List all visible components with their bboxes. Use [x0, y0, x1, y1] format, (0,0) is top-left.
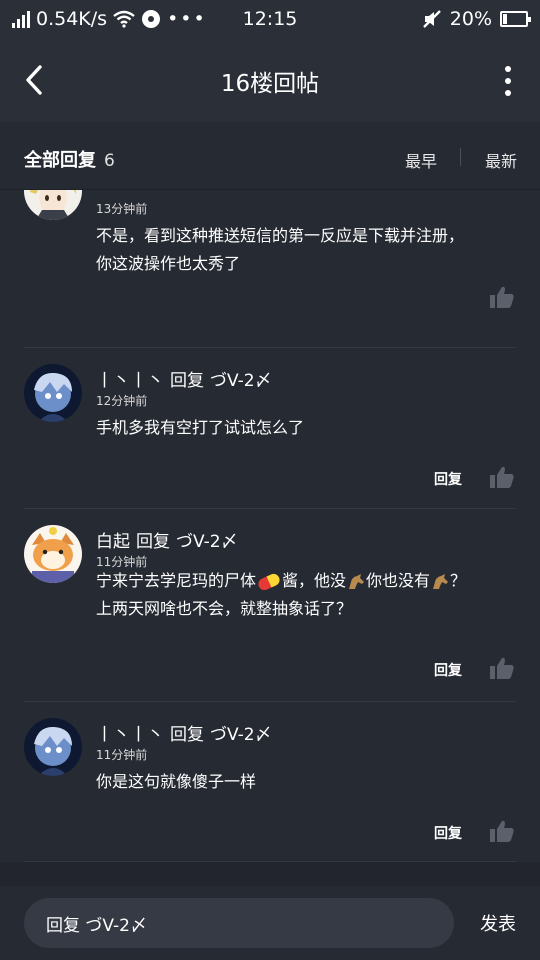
bottom-spacer: [0, 862, 540, 886]
reply-text-line: 宁来宁去学尼玛的尸体 酱，他没 你也没有 ？: [96, 567, 516, 595]
pill-emoji-icon: [256, 571, 282, 592]
reply-time: 11分钟前: [96, 748, 148, 762]
reply-content: 你是这句就像傻子一样: [96, 768, 516, 796]
sort-latest[interactable]: 最新: [485, 148, 517, 172]
send-button[interactable]: 发表: [480, 910, 516, 936]
sort-earliest[interactable]: 最早: [405, 148, 437, 172]
reply-text-line: 上两天网啥也不会，就整抽象话了？: [96, 599, 353, 618]
thumbs-up-icon[interactable]: [490, 820, 514, 842]
reply-text-line: 不是，看到这种推送短信的第一反应是下载并注册，: [96, 226, 465, 245]
all-replies-title: 全部回复: [24, 150, 96, 171]
reply-item: 丨丶丨丶 回复 づV-2〆 12分钟前 手机多我有空打了试试怎么了 回复: [0, 348, 540, 508]
page-title: 16楼回帖: [220, 71, 320, 97]
avatar[interactable]: [24, 718, 82, 776]
mute-icon: [422, 10, 441, 28]
reply-target[interactable]: づV-2〆: [210, 371, 272, 391]
reply-target[interactable]: づV-2〆: [210, 725, 272, 745]
reply-button[interactable]: 回复: [434, 823, 462, 843]
replies-header: 全部回复 6 最早 最新: [0, 122, 540, 190]
reply-target[interactable]: づV-2〆: [176, 532, 238, 552]
thumbs-up-icon[interactable]: [490, 657, 514, 679]
reply-author-line: 白起 回复 づV-2〆: [96, 527, 238, 552]
reply-list: 13分钟前 不是，看到这种推送短信的第一反应是下载并注册， 你这波操作也太秀了 …: [0, 190, 540, 862]
reply-text-line: 手机多我有空打了试试怎么了: [96, 418, 305, 437]
more-vertical-icon[interactable]: [504, 66, 512, 96]
reply-text-line: 你这波操作也太秀了: [96, 254, 241, 273]
reply-author-line: 丨丶丨丶 回复 づV-2〆: [96, 720, 272, 745]
reply-text-line: 你是这句就像傻子一样: [96, 772, 257, 791]
status-bar: 0.54K/s ••• 12:15 20%: [0, 0, 540, 40]
horse-emoji-icon: [349, 573, 365, 589]
reply-text-part: 酱，他没: [282, 571, 347, 590]
reply-item: 白起 回复 づV-2〆 11分钟前 宁来宁去学尼玛的尸体 酱，他没 你也没有？ 上两天网…: [0, 509, 540, 701]
sort-divider: [460, 148, 461, 166]
reply-content: 手机多我有空打了试试怎么了: [96, 414, 516, 442]
author-name[interactable]: 白起: [96, 532, 130, 552]
reply-time: 13分钟前: [96, 202, 148, 216]
avatar[interactable]: [24, 364, 82, 422]
reply-word: 回复: [170, 725, 204, 745]
reply-time: 12分钟前: [96, 394, 148, 408]
thumbs-up-icon[interactable]: [490, 286, 514, 308]
author-name[interactable]: 丨丶丨丶: [96, 725, 164, 745]
title-bar: 16楼回帖: [0, 40, 540, 122]
reply-content: 不是，看到这种推送短信的第一反应是下载并注册， 你这波操作也太秀了: [96, 222, 516, 278]
reply-content: 宁来宁去学尼玛的尸体 酱，他没 你也没有 ？ 上两天网啥也不会，就整抽象话了？: [96, 567, 516, 623]
horse-emoji-icon: [433, 573, 449, 589]
reply-item: 13分钟前 不是，看到这种推送短信的第一反应是下载并注册， 你这波操作也太秀了: [0, 190, 540, 348]
reply-button[interactable]: 回复: [434, 660, 462, 680]
reply-author-line: 丨丶丨丶 回复 づV-2〆: [96, 366, 272, 391]
reply-count: 6: [104, 151, 115, 171]
reply-text-part: 宁来宁去学尼玛的尸体: [96, 571, 257, 590]
reply-input[interactable]: [24, 898, 454, 948]
battery-icon: [500, 11, 531, 27]
reply-word: 回复: [136, 532, 170, 552]
avatar[interactable]: [24, 525, 82, 583]
battery-percent: 20%: [449, 8, 492, 30]
reply-composer: 发表: [0, 886, 540, 960]
avatar[interactable]: [24, 190, 82, 220]
reply-button[interactable]: 回复: [434, 469, 462, 489]
reply-text-part: 你也没有: [366, 571, 431, 590]
author-name[interactable]: 丨丶丨丶: [96, 371, 164, 391]
thumbs-up-icon[interactable]: [490, 466, 514, 488]
all-replies-label: 全部回复 6: [24, 146, 115, 172]
reply-word: 回复: [170, 371, 204, 391]
reply-item: 丨丶丨丶 回复 づV-2〆 11分钟前 你是这句就像傻子一样 回复: [0, 702, 540, 862]
reply-text-part: ？: [450, 571, 467, 590]
